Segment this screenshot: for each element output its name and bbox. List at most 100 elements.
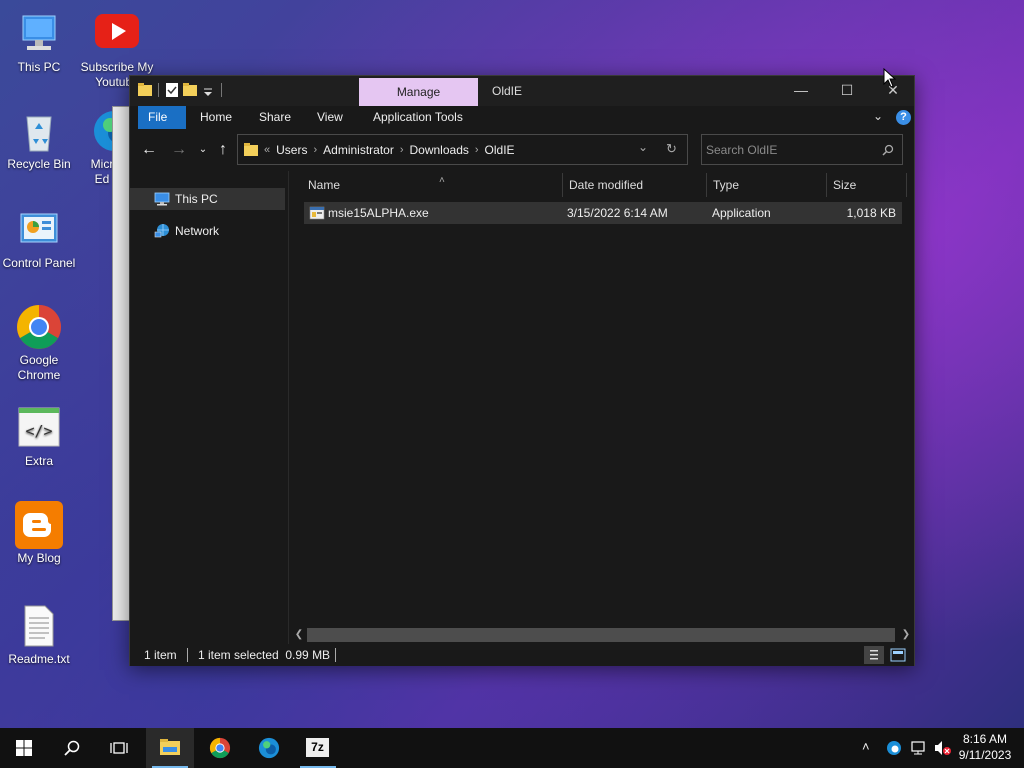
file-row[interactable]: msie15ALPHA.exe 3/15/2022 6:14 AM Applic… xyxy=(304,202,902,224)
title-bar[interactable]: Manage OldIE — ☐ ✕ xyxy=(130,76,914,106)
taskbar-file-explorer[interactable] xyxy=(146,728,194,768)
horizontal-scrollbar[interactable]: ❮ ❯ xyxy=(290,628,914,644)
desktop-icon-readme[interactable]: Readme.txt xyxy=(0,602,78,667)
search-icon[interactable] xyxy=(882,144,894,156)
breadcrumb-overflow-icon[interactable]: « xyxy=(264,144,270,156)
desktop-icon-label: Recycle Bin xyxy=(7,157,71,171)
taskbar-chrome[interactable] xyxy=(196,728,244,768)
this-pc-icon xyxy=(154,192,170,206)
large-icons-view-icon xyxy=(890,648,906,662)
file-name: msie15ALPHA.exe xyxy=(328,206,429,220)
nav-item-label: This PC xyxy=(175,192,218,206)
search-button[interactable] xyxy=(48,728,96,768)
column-header-label: Size xyxy=(833,178,857,192)
navigation-pane: This PC Network xyxy=(130,171,287,646)
breadcrumb-users[interactable]: Users xyxy=(276,143,307,157)
search-box[interactable] xyxy=(701,134,903,165)
status-separator xyxy=(187,648,188,662)
folder-icon xyxy=(244,142,258,156)
help-icon[interactable]: ? xyxy=(896,110,911,125)
properties-icon[interactable] xyxy=(165,82,179,98)
scrollbar-thumb[interactable] xyxy=(307,628,895,642)
desktop-icon-label: Readme.txt xyxy=(8,652,70,666)
network-tray-icon[interactable] xyxy=(910,740,928,756)
task-view-button[interactable] xyxy=(96,728,144,768)
taskbar-clock[interactable]: 8:16 AM 9/11/2023 xyxy=(952,731,1018,763)
column-header-label: Date modified xyxy=(569,178,644,192)
nav-item-network[interactable]: Network xyxy=(130,220,285,242)
customize-toolbar-icon[interactable] xyxy=(201,82,215,98)
desktop-icon-label: My Blog xyxy=(17,551,61,565)
desktop-icon-my-blog[interactable]: My Blog xyxy=(0,501,78,566)
volume-muted-icon[interactable] xyxy=(934,740,952,756)
nav-item-this-pc[interactable]: This PC xyxy=(130,188,285,210)
refresh-icon[interactable]: ↻ xyxy=(666,141,677,157)
address-dropdown-icon[interactable]: ⌄ xyxy=(638,140,648,154)
file-explorer-window: Manage OldIE — ☐ ✕ File Home Share View … xyxy=(129,75,915,666)
quick-access-toolbar xyxy=(138,82,224,98)
details-view-button[interactable] xyxy=(864,646,884,664)
chevron-right-icon[interactable]: › xyxy=(400,144,404,156)
desktop-icon-recycle-bin[interactable]: Recycle Bin xyxy=(0,107,78,172)
address-row: ← → ⌄ ↑ « Users › Administrator › Downlo… xyxy=(130,132,914,167)
taskbar-7zip[interactable]: 7z xyxy=(294,728,342,768)
edge-tray-icon[interactable] xyxy=(886,740,902,756)
desktop-icon-this-pc[interactable]: This PC xyxy=(0,10,78,75)
breadcrumb-oldie[interactable]: OldIE xyxy=(485,143,515,157)
network-icon xyxy=(154,224,169,238)
minimize-button[interactable]: — xyxy=(778,76,824,106)
large-icons-view-button[interactable] xyxy=(888,646,908,664)
address-bar[interactable]: « Users › Administrator › Downloads › Ol… xyxy=(237,134,688,165)
column-header-date-modified[interactable]: Date modified xyxy=(563,173,707,197)
file-list-pane: Name ˄ Date modified Type Size msie15ALP… xyxy=(290,171,914,641)
desktop-icon-google-chrome[interactable]: Google Chrome xyxy=(0,303,78,383)
tab-manage[interactable]: Manage xyxy=(359,78,478,106)
expand-ribbon-icon[interactable]: ⌄ xyxy=(873,109,883,123)
up-button[interactable]: ↑ xyxy=(213,140,233,160)
recent-locations-button[interactable]: ⌄ xyxy=(193,140,213,160)
7zip-icon: 7z xyxy=(306,738,329,757)
column-header-name[interactable]: Name ˄ xyxy=(302,173,563,197)
taskbar-edge[interactable] xyxy=(245,728,293,768)
start-button[interactable] xyxy=(0,728,48,768)
maximize-button[interactable]: ☐ xyxy=(824,76,870,106)
svg-text:</>: </> xyxy=(25,422,52,440)
new-folder-icon[interactable] xyxy=(183,82,197,98)
nav-item-label: Network xyxy=(175,224,220,238)
edge-icon xyxy=(258,737,280,759)
chevron-right-icon[interactable]: › xyxy=(475,144,479,156)
file-size: 1,018 KB xyxy=(846,206,896,220)
this-pc-icon xyxy=(15,10,63,58)
scroll-left-icon[interactable]: ❮ xyxy=(292,628,306,642)
back-button[interactable]: ← xyxy=(139,140,159,160)
scroll-right-icon[interactable]: ❯ xyxy=(899,628,913,642)
tab-view[interactable]: View xyxy=(307,106,353,129)
mouse-cursor-icon xyxy=(883,68,897,88)
pane-splitter[interactable] xyxy=(288,171,289,646)
search-icon xyxy=(64,740,80,756)
recycle-bin-icon xyxy=(15,107,63,155)
desktop-icon-control-panel[interactable]: Control Panel xyxy=(0,206,78,271)
breadcrumb-downloads[interactable]: Downloads xyxy=(410,143,469,157)
ribbon-tabs: File Home Share View Application Tools ⌄… xyxy=(130,106,914,129)
column-header-type[interactable]: Type xyxy=(707,173,827,197)
file-type: Application xyxy=(712,206,771,220)
breadcrumb-administrator[interactable]: Administrator xyxy=(323,143,394,157)
tab-file[interactable]: File xyxy=(138,106,186,129)
toolbar-separator xyxy=(221,83,222,97)
toolbar-separator xyxy=(158,83,159,97)
chevron-right-icon[interactable]: › xyxy=(313,144,317,156)
show-hidden-icons-icon[interactable]: ˄ xyxy=(862,739,870,754)
blogger-icon xyxy=(15,501,63,549)
desktop-icon-label: Extra xyxy=(24,454,53,468)
tab-home[interactable]: Home xyxy=(190,106,242,129)
chrome-icon xyxy=(15,303,63,351)
tab-share[interactable]: Share xyxy=(249,106,301,129)
search-input[interactable] xyxy=(706,141,876,159)
status-bar: 1 item 1 item selected 0.99 MB xyxy=(130,644,914,666)
forward-button[interactable]: → xyxy=(169,140,189,160)
chrome-icon xyxy=(209,737,231,759)
desktop-icon-extra[interactable]: </> Extra xyxy=(0,404,78,469)
column-header-size[interactable]: Size xyxy=(827,173,907,197)
tab-application-tools[interactable]: Application Tools xyxy=(363,106,473,129)
